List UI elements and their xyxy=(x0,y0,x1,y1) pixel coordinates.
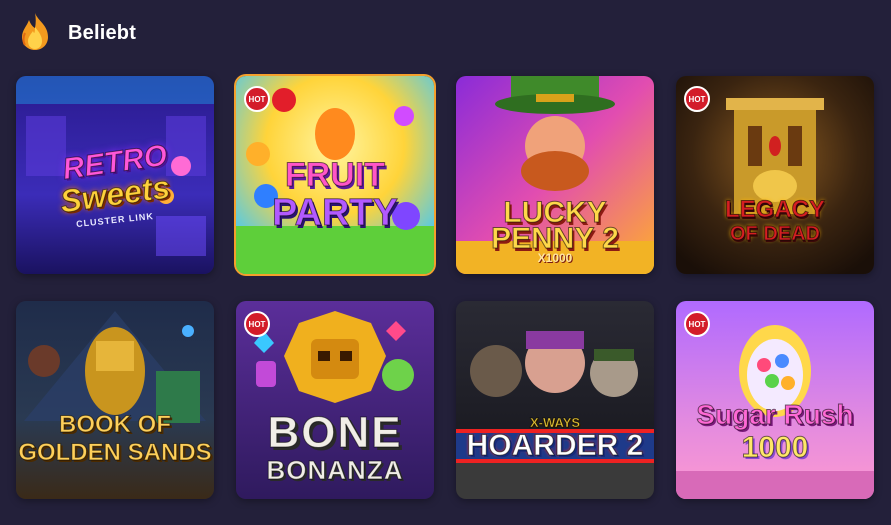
game-title-line2: 1000 xyxy=(741,431,809,464)
game-title-line2: PENNY 2 xyxy=(491,222,620,255)
hot-badge: HOT xyxy=(244,311,270,337)
game-tile-retro-sweets[interactable]: RETRO Sweets CLUSTER LINK xyxy=(16,76,214,274)
game-title-line1: Sugar Rush xyxy=(696,399,854,430)
hot-badge: HOT xyxy=(244,86,270,112)
hot-badge: HOT xyxy=(684,86,710,112)
game-title-line2: GOLDEN SANDS xyxy=(18,439,212,466)
game-title-line1: LEGACY xyxy=(724,196,825,223)
game-tile-sugar-rush-1000[interactable]: HOT Sugar Rush 1000 xyxy=(676,301,874,499)
section-header: Beliebt xyxy=(18,12,136,54)
game-tile-lucky-penny-2[interactable]: LUCKY PENNY 2 X1000 xyxy=(456,76,654,274)
game-grid: RETRO Sweets CLUSTER LINK HOT FRUIT PART… xyxy=(16,76,874,499)
game-thumbnail xyxy=(456,301,654,499)
game-tile-bone-bonanza[interactable]: HOT BONE BONANZA xyxy=(236,301,434,499)
game-title-line2: BONANZA xyxy=(266,455,404,485)
game-title-line2: OF DEAD xyxy=(730,223,821,245)
flame-icon xyxy=(18,11,52,56)
game-title-line2: PARTY xyxy=(272,192,399,234)
game-title-line1: BONE xyxy=(267,408,403,457)
game-tile-fruit-party[interactable]: HOT FRUIT PARTY xyxy=(236,76,434,274)
game-title-line1: BOOK OF xyxy=(59,411,172,438)
hot-badge: HOT xyxy=(684,311,710,337)
game-title-line1: X-WAYS xyxy=(529,415,581,430)
game-thumbnail xyxy=(16,301,214,499)
game-title-line2: HOARDER 2 xyxy=(466,429,644,462)
game-title-line1: FRUIT xyxy=(284,156,386,194)
game-tile-hoarder-2[interactable]: X-WAYS HOARDER 2 xyxy=(456,301,654,499)
game-subtitle: X1000 xyxy=(537,251,573,265)
game-tile-legacy-of-dead[interactable]: HOT LEGACY OF DEAD xyxy=(676,76,874,274)
section-title: Beliebt xyxy=(68,21,137,44)
game-tile-book-of-golden-sands[interactable]: BOOK OF GOLDEN SANDS xyxy=(16,301,214,499)
